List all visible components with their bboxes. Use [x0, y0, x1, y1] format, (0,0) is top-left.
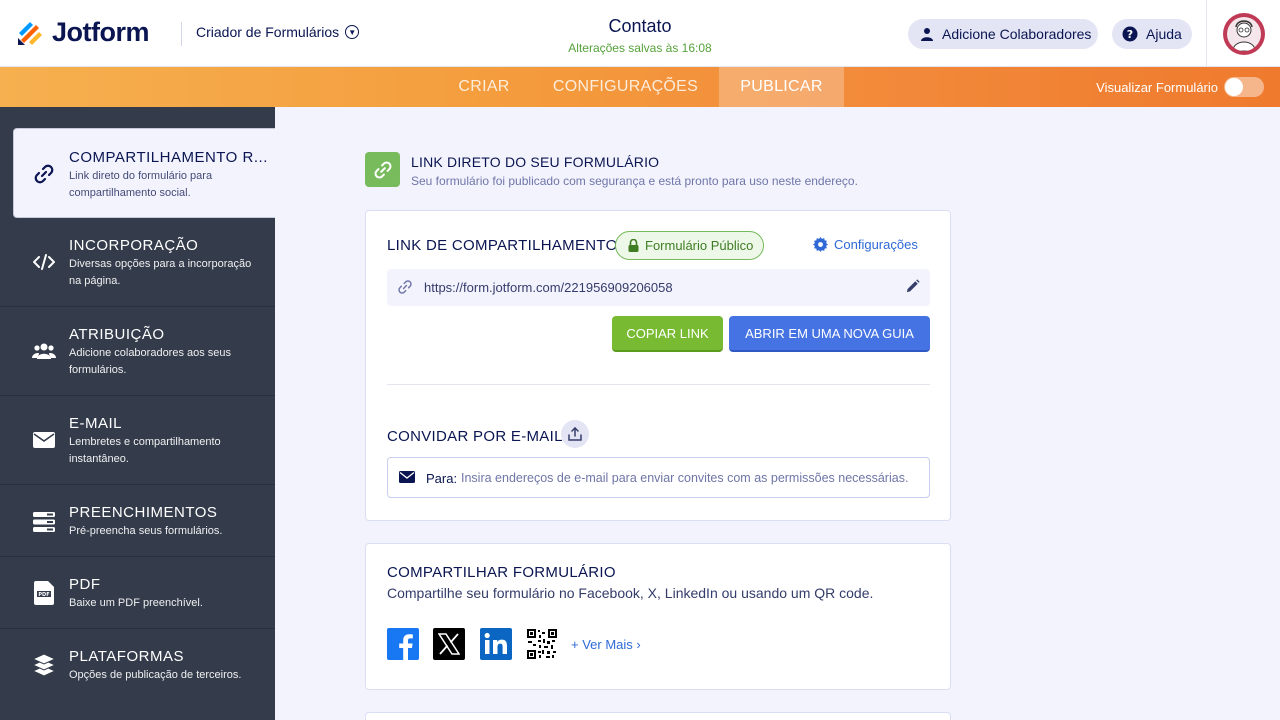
link-settings-button[interactable]: Configurações [813, 237, 918, 252]
account-menu[interactable] [1206, 0, 1280, 67]
share-form-card: COMPARTILHAR FORMULÁRIO Compartilhe seu … [365, 543, 951, 690]
sidebar-item-title: INCORPORAÇÃO [69, 237, 199, 254]
publish-sidebar: COMPARTILHAMENTO R... Link direto do for… [0, 107, 275, 720]
help-icon: ? [1122, 26, 1138, 42]
x-share-button[interactable] [433, 628, 465, 660]
sidebar-item-quick-share[interactable]: COMPARTILHAMENTO R... Link direto do for… [13, 128, 275, 218]
pdf-icon: PDF [32, 581, 56, 605]
sidebar-item-desc: Diversas opções para a incorporação na p… [69, 258, 252, 287]
preview-form-toggle[interactable]: Visualizar Formulário [1096, 77, 1264, 97]
pencil-icon[interactable] [905, 279, 920, 294]
tab-publish[interactable]: PUBLICAR [719, 67, 844, 107]
email-placeholder: Insira endereços de e-mail para enviar c… [461, 471, 909, 485]
share-link-title: LINK DE COMPARTILHAMENTO [387, 237, 618, 254]
jotform-logo[interactable]: Jotform [16, 17, 150, 48]
jotform-logo-icon [18, 21, 42, 45]
chevron-down-icon: ▼ [345, 25, 360, 39]
divider [387, 384, 930, 385]
sidebar-item-title: ATRIBUIÇÃO [69, 326, 165, 343]
tab-settings[interactable]: CONFIGURAÇÕES [532, 67, 719, 107]
invite-email-input[interactable]: Para: Insira endereços de e-mail para en… [387, 457, 930, 498]
add-collaborators-button[interactable]: Adicione Colaboradores [908, 19, 1098, 49]
share-link-card: LINK DE COMPARTILHAMENTO Formulário Públ… [365, 210, 951, 521]
link-icon [32, 162, 56, 186]
open-new-tab-button[interactable]: ABRIR EM UMA NOVA GUIA [729, 316, 930, 352]
qr-code-button[interactable] [526, 628, 558, 660]
prefill-icon [32, 510, 56, 534]
svg-text:PDF: PDF [38, 592, 49, 598]
help-label: Ajuda [1146, 26, 1182, 42]
user-icon [921, 28, 933, 41]
toggle-knob [1225, 78, 1243, 96]
to-label: Para: [426, 471, 458, 486]
avatar-illustration [1226, 16, 1261, 51]
sidebar-item-desc: Adicione colaboradores aos seus formulár… [69, 347, 232, 376]
linkedin-icon [484, 632, 507, 654]
share-form-subtitle: Compartilhe seu formulário no Facebook, … [387, 585, 874, 601]
add-collaborators-label: Adicione Colaboradores [942, 26, 1092, 42]
envelope-icon [32, 428, 56, 452]
avatar [1222, 12, 1265, 55]
upload-contacts-button[interactable] [561, 420, 589, 448]
form-url: https://form.jotform.com/221956909206058 [424, 280, 673, 295]
users-icon [32, 339, 56, 363]
form-url-field[interactable]: https://form.jotform.com/221956909206058 [387, 269, 930, 306]
sidebar-item-title: PDF [69, 576, 101, 593]
sidebar-item-desc: Opções de publicação de terceiros. [69, 669, 242, 681]
lock-icon [628, 239, 639, 252]
code-icon [32, 250, 56, 274]
upload-icon [568, 427, 582, 441]
sidebar-item-desc: Pré-preencha seus formulários. [69, 525, 223, 537]
settings-label: Configurações [834, 237, 918, 252]
sidebar-item-prefill[interactable]: PREENCHIMENTOS Pré-preencha seus formulá… [0, 485, 275, 557]
help-button[interactable]: ? Ajuda [1112, 19, 1192, 49]
sidebar-item-email[interactable]: E-MAIL Lembretes e compartilhamento inst… [0, 396, 275, 485]
linkedin-share-button[interactable] [480, 628, 512, 660]
sidebar-item-platforms[interactable]: PLATAFORMAS Opções de publicação de terc… [0, 629, 275, 720]
envelope-icon [399, 471, 415, 483]
sidebar-item-desc: Link direto do formulário para compartil… [69, 170, 213, 199]
share-form-title: COMPARTILHAR FORMULÁRIO [387, 564, 616, 581]
sidebar-item-desc: Baixe um PDF preenchível. [69, 597, 203, 609]
next-card [365, 712, 951, 720]
section-title: LINK DIRETO DO SEU FORMULÁRIO [411, 154, 660, 170]
link-icon [398, 280, 412, 294]
facebook-share-button[interactable] [387, 628, 419, 660]
qr-code-icon [527, 629, 557, 659]
preview-label: Visualizar Formulário [1096, 79, 1218, 95]
copy-link-button[interactable]: COPIAR LINK [612, 316, 723, 352]
sidebar-item-title: COMPARTILHAMENTO R... [69, 149, 268, 166]
public-form-label: Formulário Público [645, 238, 754, 253]
x-icon [438, 633, 460, 655]
facebook-icon [399, 634, 413, 660]
sidebar-item-title: E-MAIL [69, 415, 123, 432]
builder-tabs-bar: CRIAR CONFIGURAÇÕES PUBLICAR Visualizar … [0, 67, 1280, 107]
sidebar-item-title: PREENCHIMENTOS [69, 504, 218, 521]
sidebar-item-embed[interactable]: INCORPORAÇÃO Diversas opções para a inco… [0, 218, 275, 307]
sidebar-item-desc: Lembretes e compartilhamento instantâneo… [69, 436, 221, 465]
header-divider [181, 22, 182, 46]
public-form-badge[interactable]: Formulário Público [615, 231, 764, 260]
brand-name: Jotform [52, 17, 150, 47]
see-more-link[interactable]: + Ver Mais › [571, 637, 641, 652]
top-header: Jotform Criador de Formulários ▼ Contato… [0, 0, 1280, 67]
sidebar-item-title: PLATAFORMAS [69, 648, 184, 665]
preview-switch[interactable] [1224, 77, 1264, 97]
tab-create[interactable]: CRIAR [436, 67, 532, 107]
builder-dropdown[interactable]: Criador de Formulários ▼ [196, 24, 360, 40]
layers-icon [32, 653, 56, 677]
invite-title: CONVIDAR POR E-MAIL [387, 428, 563, 445]
section-subtitle: Seu formulário foi publicado com seguran… [411, 174, 858, 188]
builder-label: Criador de Formulários [196, 24, 340, 40]
sidebar-item-assign[interactable]: ATRIBUIÇÃO Adicione colaboradores aos se… [0, 307, 275, 396]
gear-icon [813, 237, 828, 252]
link-icon [365, 152, 400, 187]
svg-text:?: ? [1127, 28, 1133, 41]
sidebar-item-pdf[interactable]: PDF PDF Baixe um PDF preenchível. [0, 557, 275, 629]
